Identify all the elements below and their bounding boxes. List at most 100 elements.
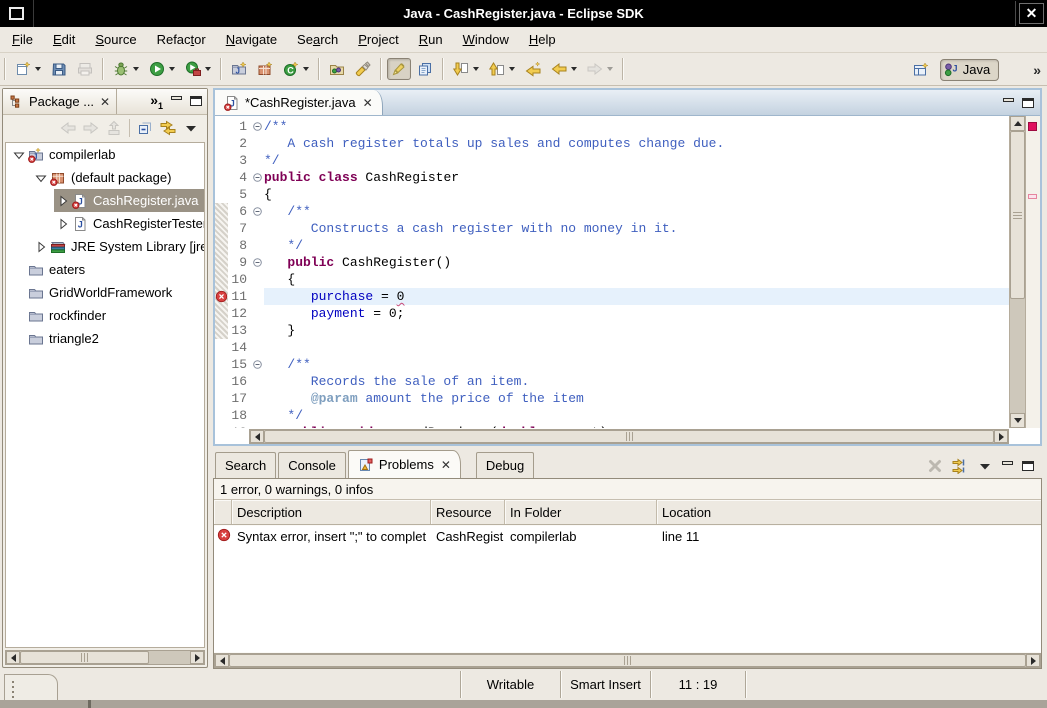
tree-item-compilerlab[interactable]: Jcompilerlab xyxy=(6,143,204,166)
dropdown-arrow-icon[interactable] xyxy=(509,67,515,71)
code-text[interactable]: { xyxy=(264,271,1009,288)
code-line-19[interactable]: 19 public void recordPurchase(double amo… xyxy=(215,424,1009,428)
mark-occurrences-button[interactable] xyxy=(387,58,411,80)
code-area[interactable]: 1/**2 A cash register totals up sales an… xyxy=(215,116,1009,428)
view-menu-button[interactable] xyxy=(977,458,993,474)
error-annotation-icon[interactable] xyxy=(215,288,228,305)
print-button[interactable] xyxy=(73,58,97,80)
menu-help[interactable]: Help xyxy=(519,29,566,50)
run-button[interactable] xyxy=(145,58,179,80)
scroll-left-arrow[interactable] xyxy=(6,651,20,664)
explorer-hscrollbar[interactable] xyxy=(5,650,205,665)
nav-up-button[interactable] xyxy=(106,120,122,136)
run-external-button[interactable] xyxy=(181,58,215,80)
code-line-9[interactable]: 9 public CashRegister() xyxy=(215,254,1009,271)
view-switcher-chevron[interactable]: »1 xyxy=(150,92,163,111)
editor-vscrollbar[interactable] xyxy=(1009,116,1026,428)
forward-button[interactable] xyxy=(583,58,617,80)
code-line-10[interactable]: 10 { xyxy=(215,271,1009,288)
code-text[interactable]: @param amount the price of the item xyxy=(264,390,1009,407)
editor-tab-cashregister[interactable]: J *CashRegister.java ✕ xyxy=(215,90,383,115)
code-text[interactable]: purchase = 0 xyxy=(264,288,1009,305)
menu-edit[interactable]: Edit xyxy=(43,29,85,50)
fold-collapse-icon[interactable] xyxy=(250,254,264,271)
dropdown-arrow-icon[interactable] xyxy=(607,67,613,71)
maximize-editor-button[interactable] xyxy=(1022,98,1034,108)
nav-forward-button[interactable] xyxy=(83,120,99,136)
code-line-5[interactable]: 5{ xyxy=(215,186,1009,203)
tab-problems[interactable]: Problems✕ xyxy=(348,450,461,478)
menu-search[interactable]: Search xyxy=(287,29,348,50)
tree-item-eaters[interactable]: eaters xyxy=(6,258,204,281)
tab-close-icon[interactable]: ✕ xyxy=(441,458,451,472)
package-explorer-tab[interactable]: Package ... ✕ xyxy=(3,89,117,114)
column-header-location[interactable]: Location xyxy=(657,500,1041,524)
tab-search[interactable]: Search xyxy=(215,452,276,478)
code-text[interactable]: public class CashRegister xyxy=(264,169,1009,186)
window-menu-button[interactable] xyxy=(0,0,34,27)
tree-item-jre-system-library-jre[interactable]: JRE System Library [jre xyxy=(6,235,204,258)
expander-closed-icon[interactable] xyxy=(32,240,50,254)
code-line-11[interactable]: 11 purchase = 0 xyxy=(215,288,1009,305)
fold-collapse-icon[interactable] xyxy=(250,424,264,428)
code-line-18[interactable]: 18 */ xyxy=(215,407,1009,424)
overview-error-line-marker[interactable] xyxy=(1028,194,1037,199)
problems-hscrollbar[interactable] xyxy=(214,653,1041,668)
code-line-4[interactable]: 4public class CashRegister xyxy=(215,169,1009,186)
tab-console[interactable]: Console xyxy=(278,452,346,478)
dropdown-arrow-icon[interactable] xyxy=(303,67,309,71)
expander-closed-icon[interactable] xyxy=(54,194,72,208)
code-text[interactable]: Records the sale of an item. xyxy=(264,373,1009,390)
scroll-right-arrow[interactable] xyxy=(994,430,1008,443)
code-text[interactable]: */ xyxy=(264,152,1009,169)
window-close-button[interactable]: ✕ xyxy=(1019,3,1044,24)
fold-collapse-icon[interactable] xyxy=(250,203,264,220)
column-header-description[interactable]: Description xyxy=(232,500,431,524)
code-line-14[interactable]: 14 xyxy=(215,339,1009,356)
scroll-right-arrow[interactable] xyxy=(190,651,204,664)
delete-button[interactable] xyxy=(927,458,943,474)
code-line-16[interactable]: 16 Records the sale of an item. xyxy=(215,373,1009,390)
next-edit-location-button[interactable] xyxy=(485,58,519,80)
view-menu-button[interactable] xyxy=(183,120,199,136)
menu-window[interactable]: Window xyxy=(453,29,519,50)
code-line-2[interactable]: 2 A cash register totals up sales and co… xyxy=(215,135,1009,152)
fold-collapse-icon[interactable] xyxy=(250,169,264,186)
code-line-13[interactable]: 13 } xyxy=(215,322,1009,339)
expander-open-icon[interactable] xyxy=(10,148,28,162)
problem-row[interactable]: Syntax error, insert ";" to completCashR… xyxy=(214,526,1041,547)
java-perspective-button[interactable]: J Java xyxy=(940,59,999,81)
code-line-3[interactable]: 3*/ xyxy=(215,152,1009,169)
scroll-left-arrow[interactable] xyxy=(250,430,264,443)
menu-navigate[interactable]: Navigate xyxy=(216,29,287,50)
code-line-12[interactable]: 12 payment = 0; xyxy=(215,305,1009,322)
new-wizard-button[interactable] xyxy=(11,58,45,80)
new-package-button[interactable] xyxy=(253,58,277,80)
nav-back-button[interactable] xyxy=(60,120,76,136)
dropdown-arrow-icon[interactable] xyxy=(205,67,211,71)
code-text[interactable]: Constructs a cash register with no money… xyxy=(264,220,1009,237)
code-line-8[interactable]: 8 */ xyxy=(215,237,1009,254)
search-button[interactable] xyxy=(351,58,375,80)
maximize-panel-button[interactable] xyxy=(1022,461,1034,471)
last-edit-location-button[interactable] xyxy=(449,58,483,80)
open-perspective-button[interactable] xyxy=(909,59,933,81)
fold-collapse-icon[interactable] xyxy=(250,118,264,135)
link-editor-button[interactable] xyxy=(160,120,176,136)
scroll-right-arrow[interactable] xyxy=(1026,654,1040,667)
code-text[interactable] xyxy=(264,339,1009,356)
fast-view-bar[interactable] xyxy=(4,674,58,700)
scroll-up-arrow[interactable] xyxy=(1010,116,1025,131)
code-text[interactable]: } xyxy=(264,322,1009,339)
code-text[interactable]: /** xyxy=(264,118,1009,135)
dropdown-arrow-icon[interactable] xyxy=(473,67,479,71)
menu-source[interactable]: Source xyxy=(85,29,146,50)
back-to-last-edit-button[interactable] xyxy=(521,58,545,80)
code-line-6[interactable]: 6 /** xyxy=(215,203,1009,220)
save-button[interactable] xyxy=(47,58,71,80)
menu-run[interactable]: Run xyxy=(409,29,453,50)
minimize-editor-button[interactable] xyxy=(1003,98,1014,102)
filter-button[interactable] xyxy=(952,458,968,474)
code-line-17[interactable]: 17 @param amount the price of the item xyxy=(215,390,1009,407)
scroll-left-arrow[interactable] xyxy=(215,654,229,667)
